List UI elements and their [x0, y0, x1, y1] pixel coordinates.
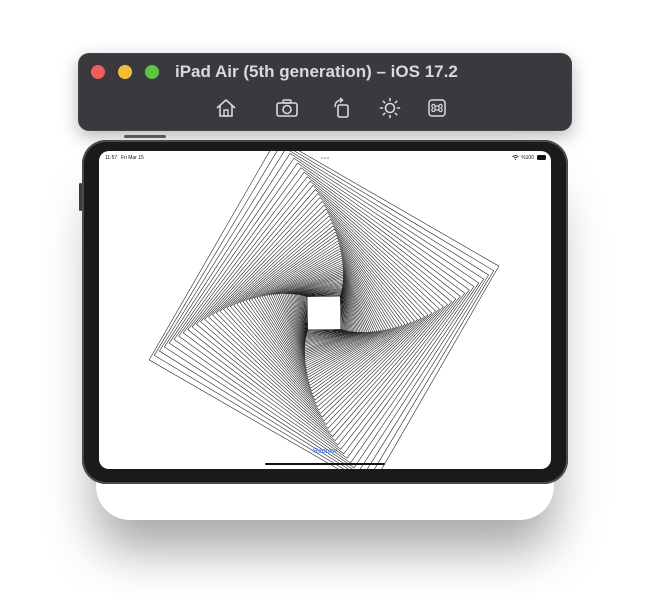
pattern-square: [300, 289, 348, 337]
pattern-square: [236, 225, 412, 401]
pattern-square: [178, 167, 470, 459]
pattern-square: [159, 151, 489, 469]
pattern-square: [304, 293, 344, 333]
rotate-icon: [334, 97, 349, 118]
close-window-button[interactable]: [91, 65, 105, 79]
nested-squares-drawing: [148, 151, 500, 469]
pattern-square: [226, 215, 422, 411]
multitasking-dots-icon[interactable]: [321, 157, 329, 159]
pattern-square: [301, 290, 347, 336]
appearance-button[interactable]: [378, 96, 402, 120]
pattern-square: [208, 197, 440, 429]
pattern-square: [200, 189, 448, 437]
pattern-square: [303, 292, 345, 334]
minimize-window-button[interactable]: [118, 65, 132, 79]
simulator-titlebar[interactable]: iPad Air (5th generation) – iOS 17.2: [78, 53, 572, 131]
pattern-square: [284, 273, 364, 353]
zoom-window-button[interactable]: [145, 65, 159, 79]
pattern-square: [182, 171, 466, 455]
battery-icon: [537, 155, 546, 160]
pattern-square: [264, 253, 384, 373]
pattern-square: [306, 295, 342, 331]
command-icon: [428, 99, 446, 117]
sun-icon: [379, 97, 401, 119]
pattern-square: [219, 208, 429, 418]
pattern-square: [251, 240, 397, 386]
pattern-square: [187, 176, 461, 450]
top-button[interactable]: [124, 135, 166, 138]
pattern-square: [239, 228, 409, 398]
pattern-square: [261, 250, 387, 376]
pattern-square: [168, 157, 480, 469]
pattern-square: [242, 231, 406, 395]
ipad-screen[interactable]: 11:57 Fri Mar 15 %100 Redraw: [99, 151, 551, 469]
wifi-icon: [512, 155, 519, 160]
rotate-button[interactable]: [330, 96, 354, 120]
battery-percentage: %100: [521, 155, 534, 161]
pattern-square: [305, 294, 343, 332]
pattern-square: [212, 201, 436, 425]
window-title: iPad Air (5th generation) – iOS 17.2: [175, 62, 458, 81]
screenshot-button[interactable]: [275, 96, 299, 120]
pattern-square: [223, 212, 425, 414]
status-date: Fri Mar 15: [121, 155, 144, 161]
pattern-square: [173, 162, 475, 464]
pattern-square: [148, 151, 500, 469]
simulator-stage: iPad Air (5th generation) – iOS 17.2 11:…: [0, 0, 650, 593]
pattern-square: [259, 248, 389, 378]
pattern-square: [233, 222, 415, 404]
shortcut-button[interactable]: [425, 96, 449, 120]
redraw-button[interactable]: Redraw: [99, 448, 551, 455]
pattern-square: [304, 293, 344, 333]
home-button[interactable]: [214, 96, 238, 120]
status-time: 11:57: [105, 155, 118, 161]
home-indicator[interactable]: [265, 463, 385, 465]
home-icon: [216, 99, 236, 117]
pattern-square: [287, 276, 361, 350]
pattern-square: [196, 185, 452, 441]
camera-icon: [276, 99, 298, 117]
pattern-square: [215, 204, 433, 422]
